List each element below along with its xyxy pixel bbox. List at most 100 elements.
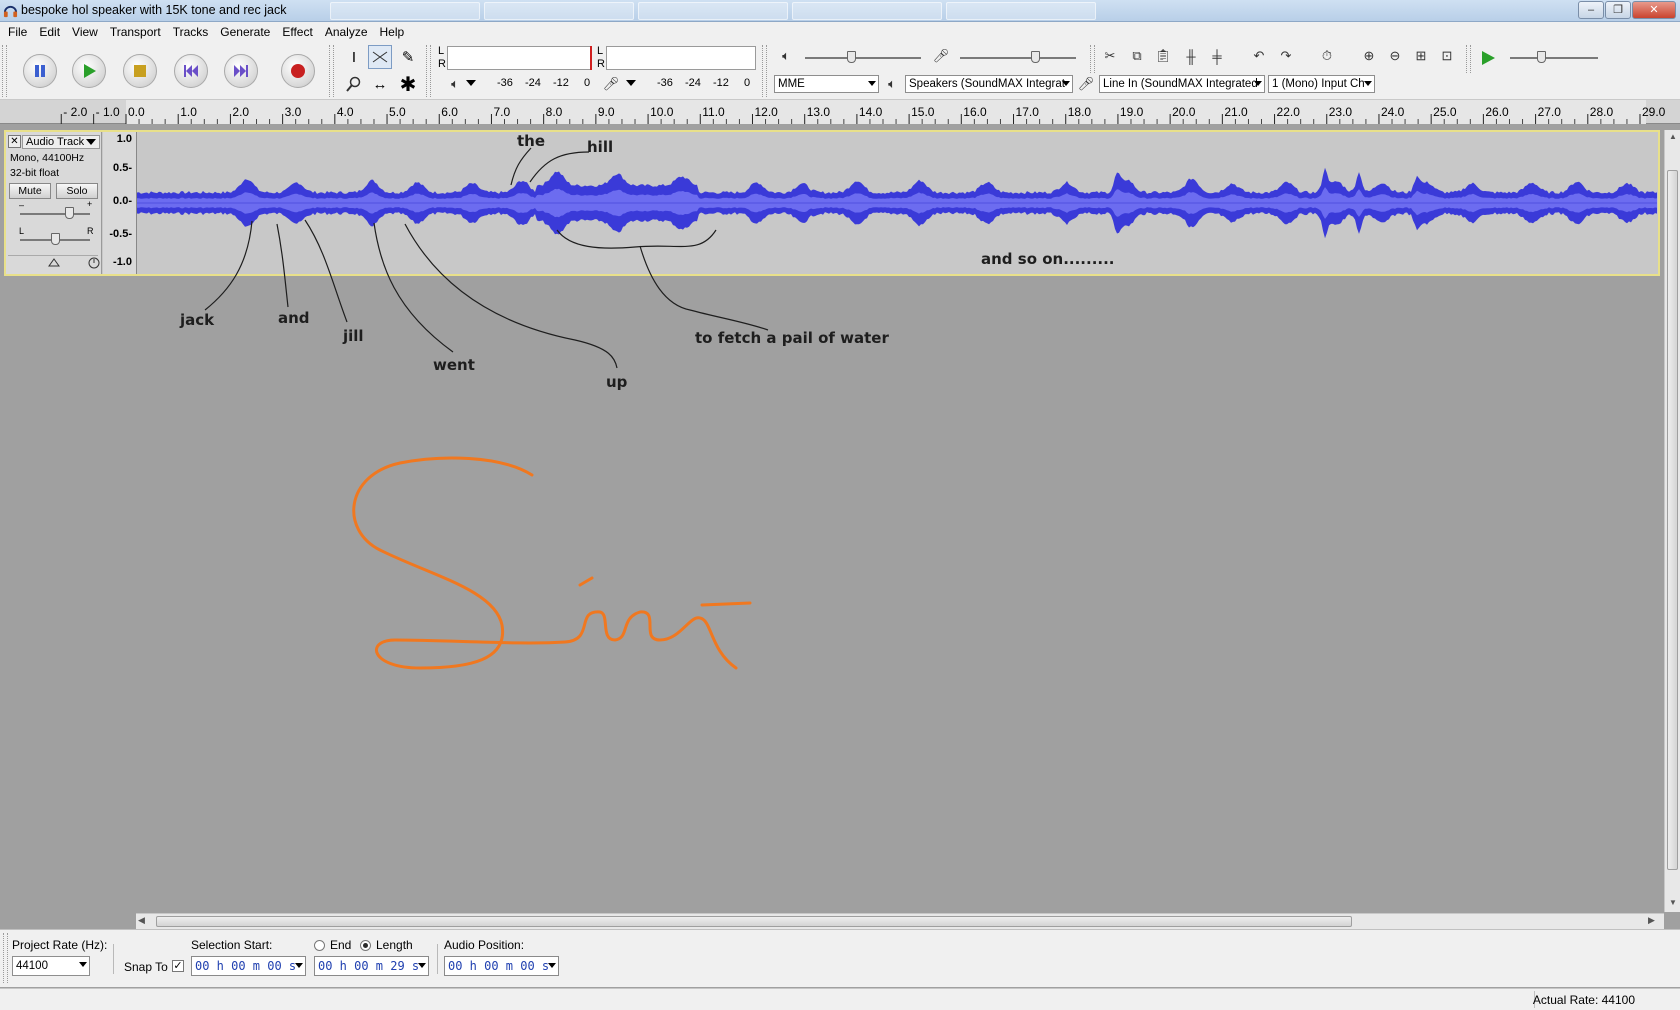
vertical-scroll-thumb[interactable] [1667, 170, 1678, 870]
horizontal-scrollbar[interactable]: ◀ ▶ [136, 913, 1664, 929]
timeline-ruler[interactable]: - 2.0 - 1.0 0.0 1.0 2.0 3.0 4.0 5.0 6.0 7.0 8.0 9.0… [0, 100, 1680, 124]
clip-indicator [590, 46, 592, 70]
pan-slider[interactable] [51, 233, 60, 245]
ruler-tick-label: 28.0 [1589, 105, 1614, 119]
output-volume-slider[interactable] [847, 51, 857, 63]
solo-button[interactable]: Solo [56, 183, 98, 199]
draw-tool-button[interactable]: ✎ [396, 45, 420, 69]
silence-icon[interactable]: ╪ [1206, 45, 1228, 67]
fit-project-icon[interactable]: ⊡ [1436, 45, 1458, 67]
pause-icon [35, 65, 45, 77]
pan-right-label: R [87, 226, 94, 236]
chevron-down-icon [79, 962, 87, 967]
envelope-tool-button[interactable] [368, 45, 392, 69]
undo-icon[interactable]: ↶ [1248, 45, 1270, 67]
menu-help[interactable]: Help [374, 22, 411, 42]
menu-file[interactable]: File [2, 22, 33, 42]
mute-button[interactable]: Mute [9, 183, 51, 199]
pause-button[interactable] [23, 54, 57, 88]
menu-view[interactable]: View [66, 22, 104, 42]
track-name-menu[interactable]: Audio Track [22, 135, 100, 149]
track-collapse-bar[interactable] [8, 255, 100, 271]
selection-length-time[interactable]: 00 h 00 m 29 s [314, 956, 429, 976]
length-radio[interactable] [360, 940, 371, 951]
menu-effect[interactable]: Effect [276, 22, 318, 42]
selection-start-time[interactable]: 00 h 00 m 00 s [191, 956, 306, 976]
menu-edit[interactable]: Edit [33, 22, 66, 42]
play-scale-tick: -36 [497, 77, 513, 89]
toolbar-grip[interactable] [3, 933, 8, 983]
menu-tracks[interactable]: Tracks [167, 22, 215, 42]
taskbar-ghost-tab [638, 2, 788, 20]
toolbar-grip[interactable] [1090, 45, 1095, 73]
double-arrow-icon: ↔ [372, 75, 388, 93]
skip-to-start-button[interactable] [174, 54, 208, 88]
restore-button[interactable]: ❐ [1605, 1, 1631, 19]
menu-transport[interactable]: Transport [104, 22, 167, 42]
menu-generate[interactable]: Generate [214, 22, 276, 42]
input-volume-slider[interactable] [1031, 51, 1041, 63]
window-controls: – ❐ ✕ [1578, 1, 1676, 19]
record-level-meter[interactable] [606, 46, 756, 70]
minimize-button[interactable]: – [1578, 1, 1604, 19]
output-volume-track [805, 57, 921, 59]
audacity-headphones-icon [3, 5, 18, 18]
skip-to-end-button[interactable] [224, 54, 258, 88]
input-channels-select[interactable]: 1 (Mono) Input Ch [1268, 75, 1375, 93]
play-level-meter[interactable] [447, 46, 591, 70]
time-shift-tool-button[interactable]: ↔ [368, 72, 392, 96]
fit-selection-icon[interactable]: ⊞ [1410, 45, 1432, 67]
end-radio[interactable] [314, 940, 325, 951]
play-meter-dropdown[interactable] [466, 80, 476, 86]
vertical-scrollbar[interactable]: ▲ ▼ [1664, 130, 1680, 912]
waveform [137, 167, 1657, 239]
toolbar-grip[interactable] [2, 45, 7, 97]
zoom-out-icon[interactable]: ⊖ [1384, 45, 1406, 67]
redo-icon[interactable]: ↷ [1275, 45, 1297, 67]
zoom-in-icon[interactable]: ⊕ [1358, 45, 1380, 67]
selection-tool-button[interactable]: I [342, 45, 366, 69]
multi-tool-button[interactable]: ✱ [396, 72, 420, 96]
copy-icon[interactable]: ⧉ [1126, 45, 1148, 67]
track-vertical-scale[interactable]: 1.0 0.5- 0.0- -0.5- -1.0 [103, 132, 137, 274]
trim-icon[interactable]: ╫ [1180, 45, 1202, 67]
rec-meter-dropdown[interactable] [626, 80, 636, 86]
record-button[interactable] [281, 54, 315, 88]
audio-host-select[interactable]: MME [774, 75, 879, 93]
gain-slider[interactable] [65, 207, 74, 219]
scroll-left-arrow-icon[interactable]: ◀ [138, 915, 145, 926]
scroll-up-arrow-icon[interactable]: ▲ [1669, 132, 1677, 141]
gain-track [20, 213, 90, 215]
sync-lock-icon[interactable]: ⏱ [1316, 45, 1338, 67]
rec-scale-tick: 0 [744, 77, 751, 89]
snap-to-checkbox[interactable]: ✓ [172, 960, 184, 972]
zoom-tool-button[interactable] [342, 72, 366, 96]
project-rate-select[interactable]: 44100 [12, 956, 90, 976]
cut-icon[interactable]: ✂ [1099, 45, 1121, 67]
track-close-button[interactable]: ✕ [8, 135, 21, 148]
audio-track[interactable]: ✕ Audio Track Mono, 44100Hz 32-bit float… [4, 130, 1660, 276]
paste-icon[interactable]: 📋︎ [1152, 45, 1174, 67]
toolbar-grip[interactable] [762, 45, 767, 97]
input-device-icon: 🎤︎ [1077, 76, 1095, 91]
close-window-button[interactable]: ✕ [1632, 1, 1676, 19]
taskbar-ghost-tab [946, 2, 1096, 20]
play-speed-slider[interactable] [1536, 51, 1546, 63]
play-button[interactable] [72, 54, 106, 88]
ruler-tick-label: 21.0 [1224, 105, 1248, 119]
scroll-right-arrow-icon[interactable]: ▶ [1648, 915, 1655, 926]
magnifier-icon [346, 76, 361, 92]
toolbar-grip[interactable] [426, 45, 431, 97]
ruler-tick-label: 4.0 [336, 105, 354, 119]
waveform-area[interactable] [137, 132, 1657, 274]
scroll-down-arrow-icon[interactable]: ▼ [1669, 898, 1677, 907]
output-device-select[interactable]: Speakers (SoundMAX Integrat [905, 75, 1073, 93]
toolbar-grip[interactable] [1466, 45, 1471, 73]
audio-position-time[interactable]: 00 h 00 m 00 s [444, 956, 559, 976]
horizontal-scroll-thumb[interactable] [156, 916, 1352, 927]
input-device-select[interactable]: Line In (SoundMAX Integrated [1099, 75, 1265, 93]
menu-analyze[interactable]: Analyze [319, 22, 374, 42]
play-at-speed-button[interactable] [1480, 50, 1496, 69]
toolbar-grip[interactable] [329, 45, 334, 97]
stop-button[interactable] [123, 54, 157, 88]
